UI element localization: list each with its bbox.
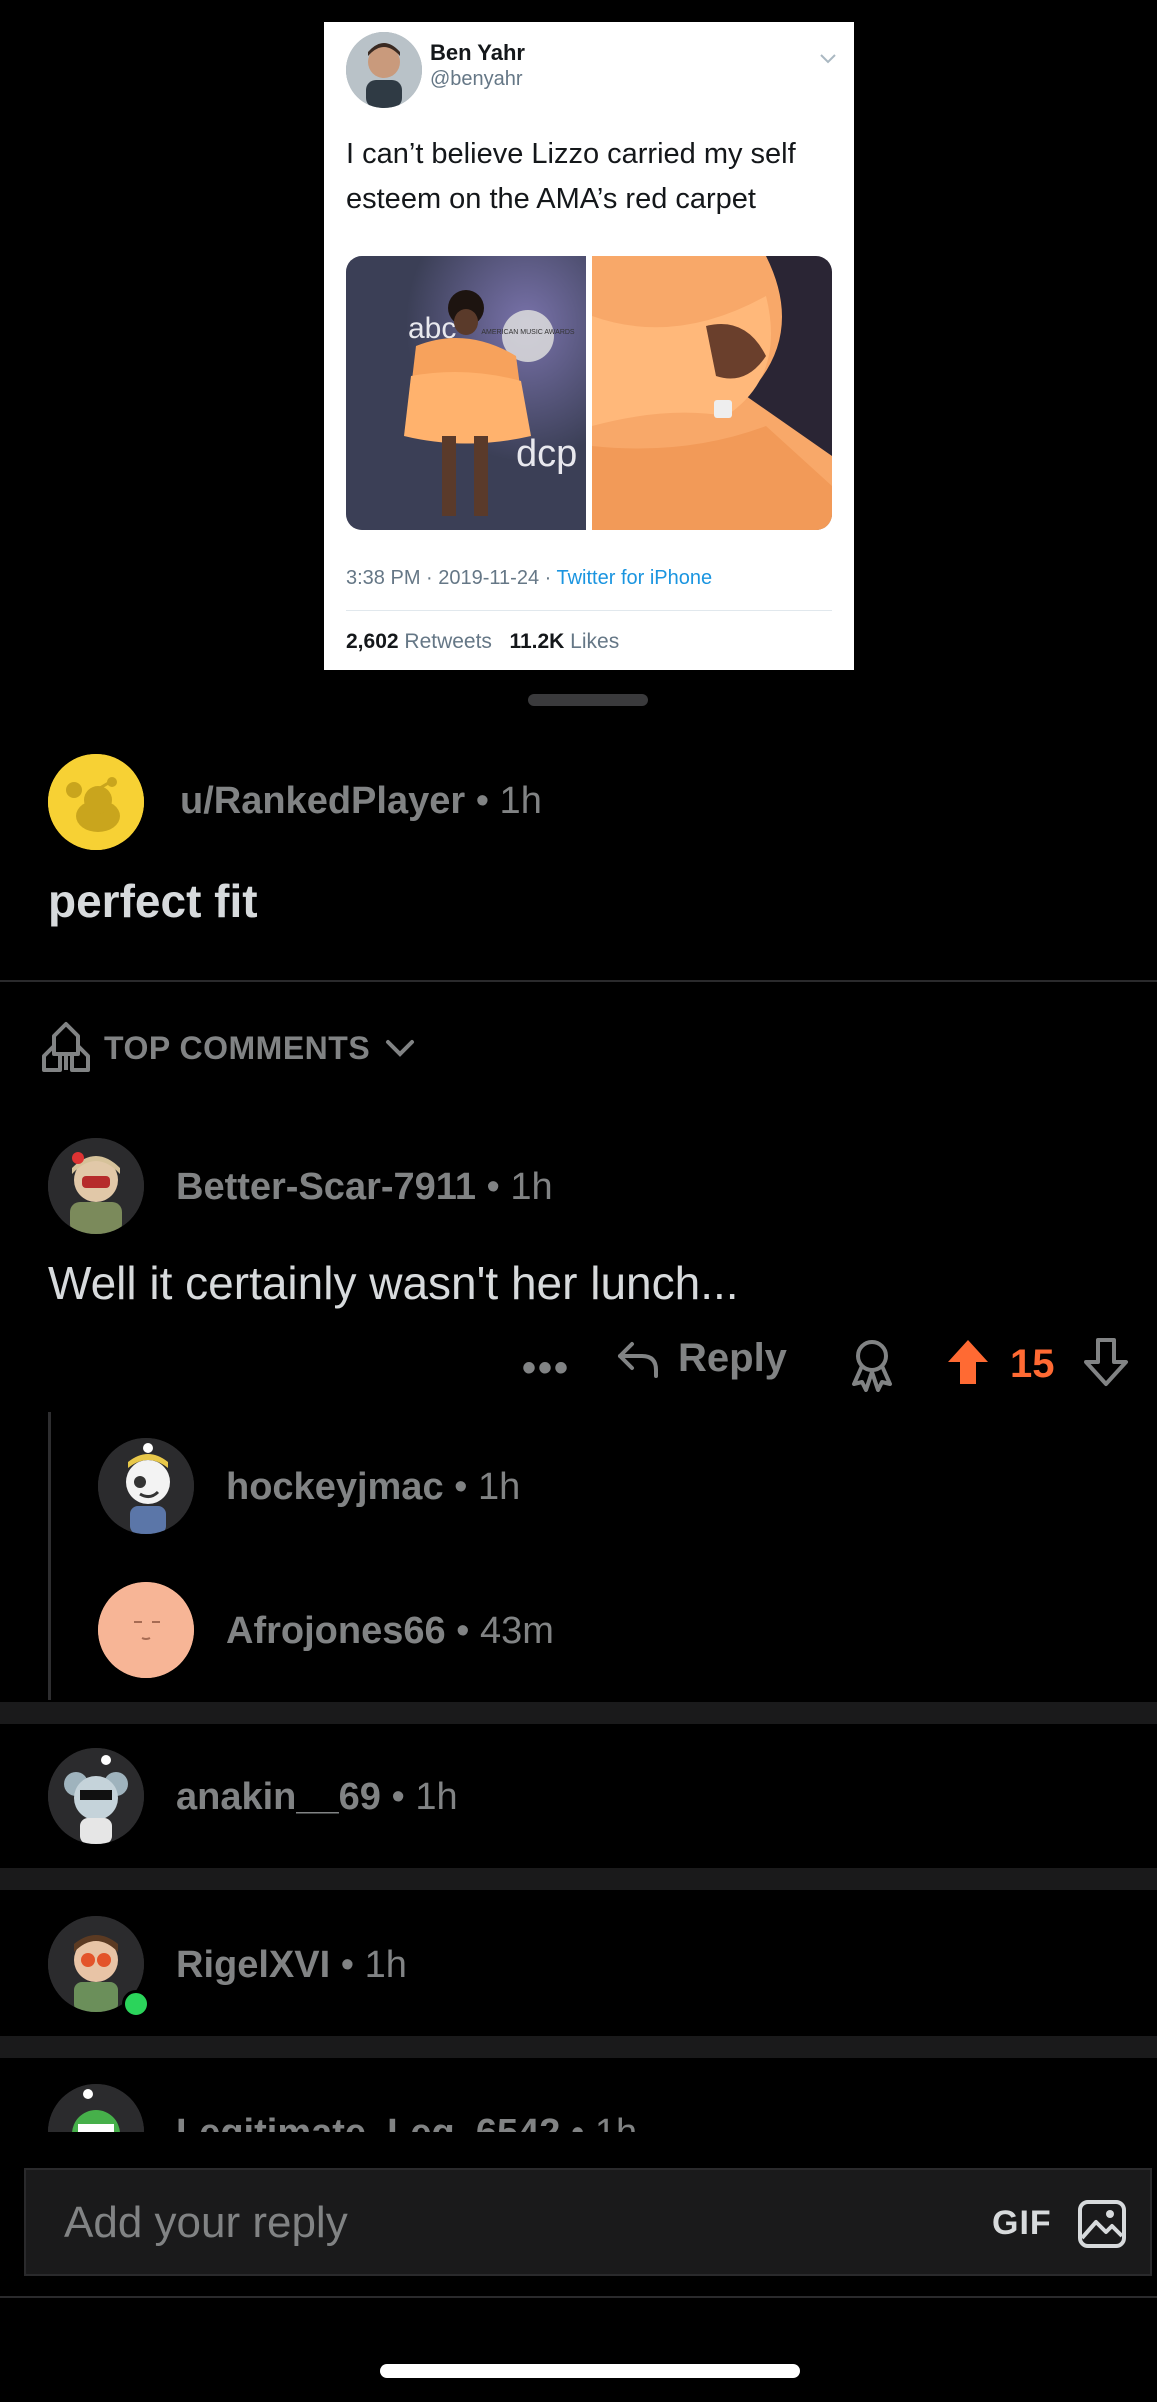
- online-status-dot: [122, 1990, 150, 2018]
- reply-arrow-icon: [618, 1342, 658, 1378]
- home-indicator[interactable]: [380, 2364, 800, 2378]
- comment-sort-dropdown[interactable]: TOP COMMENTS: [38, 1020, 420, 1076]
- post-title: perfect fit: [48, 875, 258, 927]
- tweet-author-handle: @benyahr: [430, 68, 523, 90]
- upvote-button[interactable]: [944, 1336, 992, 1393]
- comment-time: • 1h: [380, 1776, 458, 1818]
- like-count: 11.2K: [509, 630, 565, 653]
- comment-time: • 1h: [443, 1466, 521, 1508]
- retweet-label: Retweets: [398, 630, 492, 653]
- comment-avatar[interactable]: [48, 1138, 144, 1234]
- tweet-meta: 3:38 PM · 2019-11-24 · Twitter for iPhon…: [346, 567, 712, 590]
- comment-avatar[interactable]: [98, 1582, 194, 1678]
- comment-time: • 1h: [330, 1944, 407, 1986]
- tweet-author-avatar: [346, 32, 422, 108]
- comment-username[interactable]: Legitimate_Leg_6542: [176, 2112, 560, 2132]
- downvote-button[interactable]: [1082, 1336, 1130, 1393]
- comment-author[interactable]: Afrojones66 • 43m: [226, 1610, 554, 1653]
- image-icon: [1078, 2200, 1126, 2248]
- divider: [0, 1868, 1157, 1890]
- chevron-down-icon: [386, 1040, 415, 1057]
- post-time: • 1h: [465, 780, 542, 822]
- comment-avatar[interactable]: [98, 1438, 194, 1534]
- divider: [0, 980, 1157, 982]
- comment-username[interactable]: anakin__69: [176, 1776, 381, 1818]
- post-author-username[interactable]: u/RankedPlayer • 1h: [180, 780, 542, 823]
- comment-body: Well it certainly wasn't her lunch...: [48, 1257, 739, 1309]
- thread-line[interactable]: [48, 1412, 51, 1700]
- downvote-arrow-icon: [1084, 1338, 1128, 1386]
- comment-time: • 43m: [445, 1610, 554, 1652]
- post-username[interactable]: u/RankedPlayer: [180, 780, 465, 822]
- divider: [0, 2296, 1157, 2298]
- tweet-divider: [346, 610, 832, 611]
- comment-username[interactable]: hockeyjmac: [226, 1466, 444, 1508]
- rocket-sort-icon: [42, 1022, 90, 1072]
- image-upload-button[interactable]: [1076, 2198, 1128, 2255]
- tweet-screenshot[interactable]: Ben Yahr @benyahr I can’t believe Lizzo …: [324, 22, 854, 670]
- comment-author[interactable]: Legitimate_Leg_6542 • 1h: [176, 2112, 637, 2132]
- photo-text-dcp: dcp: [516, 433, 577, 475]
- tweet-stats: 2,602 Retweets 11.2K Likes: [346, 630, 619, 654]
- divider: [0, 1702, 1157, 1724]
- award-icon: [852, 1340, 892, 1392]
- comment-username[interactable]: RigelXVI: [176, 1944, 330, 1986]
- post-author-avatar[interactable]: [48, 754, 144, 850]
- reply-label: Reply: [678, 1335, 787, 1380]
- vote-count: 15: [1010, 1342, 1055, 1386]
- sort-label: TOP COMMENTS: [104, 1029, 371, 1066]
- photo-text-ama: AMERICAN MUSIC AWARDS: [481, 329, 575, 336]
- like-label: Likes: [564, 630, 620, 653]
- tweet-text: I can’t believe Lizzo carried my self es…: [346, 138, 796, 215]
- award-button[interactable]: [846, 1336, 898, 1397]
- comment-author[interactable]: hockeyjmac • 1h: [226, 1466, 520, 1509]
- tweet-timestamp: 3:38 PM · 2019-11-24 ·: [346, 567, 557, 589]
- comment-avatar[interactable]: [48, 1748, 144, 1844]
- gif-button[interactable]: GIF: [992, 2204, 1052, 2243]
- chevron-down-icon: [814, 44, 842, 72]
- reply-input[interactable]: Add your reply: [64, 2198, 348, 2248]
- tweet-author-name: Ben Yahr: [430, 40, 525, 65]
- reply-button[interactable]: Reply: [614, 1334, 787, 1382]
- comment-time: • 1h: [475, 1166, 553, 1208]
- tweet-photos: abc AMERICAN MUSIC AWARDS dcp: [346, 256, 832, 530]
- comment-author[interactable]: Better-Scar-7911 • 1h: [176, 1166, 553, 1209]
- comment-time: • 1h: [560, 2112, 637, 2132]
- media-drag-handle[interactable]: [528, 694, 648, 706]
- comment-partial[interactable]: Legitimate_Leg_6542 • 1h: [0, 2060, 1157, 2132]
- comment-username[interactable]: Afrojones66: [226, 1610, 446, 1652]
- comment-avatar[interactable]: [48, 2084, 144, 2132]
- comment-author[interactable]: anakin__69 • 1h: [176, 1776, 458, 1819]
- tweet-source-link: Twitter for iPhone: [556, 567, 713, 589]
- upvote-arrow-icon: [948, 1340, 988, 1384]
- comment-author[interactable]: RigelXVI • 1h: [176, 1944, 407, 1987]
- more-options-button[interactable]: •••: [522, 1346, 570, 1391]
- divider: [0, 2036, 1157, 2058]
- retweet-count: 2,602: [346, 630, 399, 653]
- comment-username[interactable]: Better-Scar-7911: [176, 1166, 476, 1208]
- reply-composer[interactable]: Add your reply GIF: [24, 2168, 1152, 2276]
